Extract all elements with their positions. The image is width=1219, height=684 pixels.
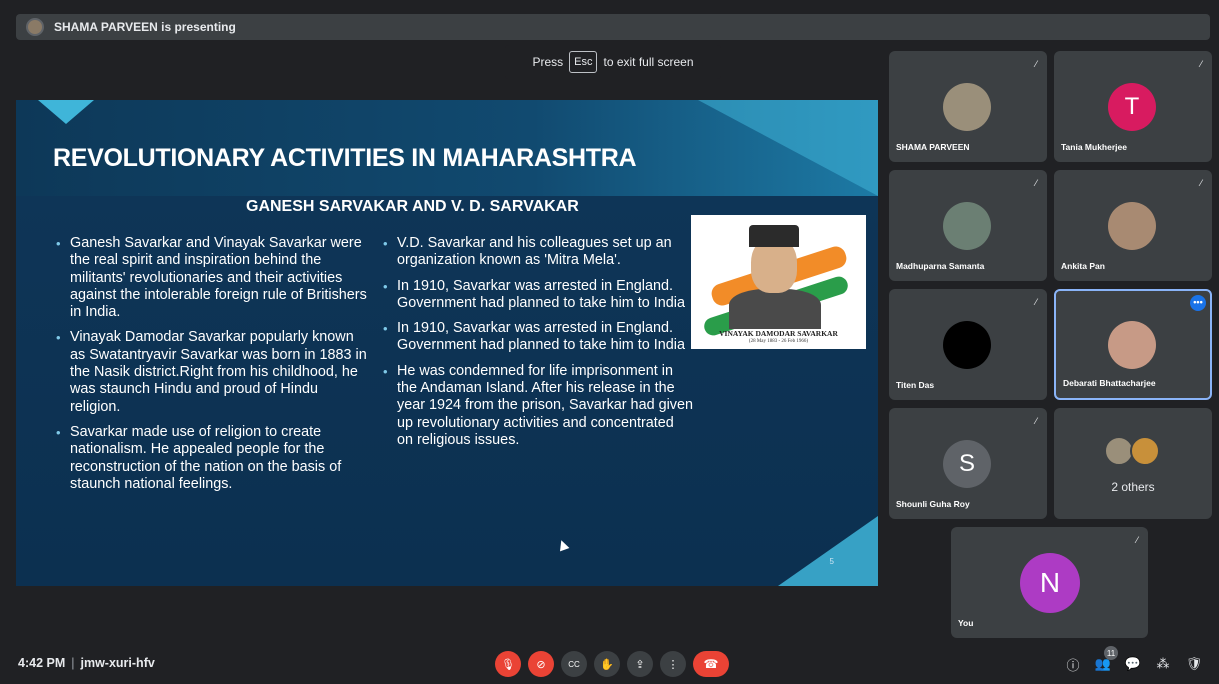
presenter-avatar: [26, 18, 44, 36]
participant-name: Ankita Pan: [1061, 261, 1105, 271]
participant-tile[interactable]: ⁄ SHAMA PARVEEN: [889, 51, 1047, 162]
participant-tile[interactable]: ⁄ T Tania Mukherjee: [1054, 51, 1212, 162]
participant-avatar: [1108, 202, 1156, 250]
mic-off-icon: 🎙: [501, 658, 515, 671]
people-count-badge: 11: [1104, 646, 1118, 660]
raise-hand-icon: ✋: [600, 658, 614, 671]
slide-page-number: 5: [829, 557, 834, 566]
participant-avatar: S: [943, 440, 991, 488]
mic-off-icon: ⁄: [1200, 178, 1202, 188]
others-tile[interactable]: 2 others: [1054, 408, 1212, 519]
esc-key: Esc: [569, 51, 598, 73]
participant-name: Madhuparna Samanta: [896, 261, 985, 271]
participant-avatar: N: [1020, 553, 1080, 613]
bottom-control-bar: 4:42 PM | jmw-xuri-hfv 🎙 ⊘ CC ✋ ⇪ ⋮ ☎ ⓘ 👥 …: [0, 644, 1219, 684]
slide-mid-column: V.D. Savarkar and his colleagues set up …: [383, 235, 693, 457]
present-now-button[interactable]: ⇪: [627, 651, 653, 677]
meeting-time: 4:42 PM: [18, 656, 66, 670]
participant-name: Tania Mukherjee: [1061, 142, 1127, 152]
more-options-button[interactable]: ⋮: [660, 651, 686, 677]
participant-avatar: [1108, 321, 1156, 369]
portrait-dates: (28 May 1883 - 26 Feb 1966): [748, 339, 809, 344]
portrait-caption: VINAYAK DAMODAR SAVARKAR: [719, 329, 838, 338]
participant-name: Titen Das: [896, 380, 935, 390]
mic-off-icon: ⁄: [1200, 59, 1202, 69]
slide-corner-decoration: [778, 516, 878, 586]
toast-before: Press: [532, 55, 564, 69]
chat-button[interactable]: 💬: [1123, 654, 1143, 674]
slide-left-column: Ganesh Savarkar and Vinayak Savarkar wer…: [56, 235, 371, 501]
chat-icon: 💬: [1124, 656, 1142, 671]
mic-off-icon: ⁄: [1035, 416, 1037, 426]
meeting-info-separator: |: [71, 656, 75, 670]
meeting-code: jmw-xuri-hfv: [80, 656, 155, 670]
participant-tile[interactable]: ⁄ Ankita Pan: [1054, 170, 1212, 281]
meeting-info: 4:42 PM | jmw-xuri-hfv: [18, 656, 155, 670]
portrait-coat: [729, 289, 821, 329]
more-vert-icon: ⋮: [667, 658, 679, 671]
others-label: 2 others: [1111, 480, 1155, 494]
presenting-bar: SHAMA PARVEEN is presenting: [16, 14, 1210, 40]
mic-off-icon: ⁄: [1035, 178, 1037, 188]
participant-avatar: T: [1108, 83, 1156, 131]
info-icon: ⓘ: [1066, 657, 1080, 673]
bullet-point: Vinayak Damodar Savarkar popularly known…: [56, 329, 371, 415]
slide-title: REVOLUTIONARY ACTIVITIES IN MAHARASHTRA: [53, 144, 637, 172]
activities-icon: ⁂: [1156, 656, 1170, 671]
presentation-slide: REVOLUTIONARY ACTIVITIES IN MAHARASHTRA …: [16, 100, 878, 586]
participant-tile[interactable]: ⁄ S Shounli Guha Roy: [889, 408, 1047, 519]
mic-off-icon: ⁄: [1136, 535, 1138, 545]
hangup-icon: ☎: [703, 657, 719, 671]
participant-avatar: [943, 321, 991, 369]
raise-hand-button[interactable]: ✋: [594, 651, 620, 677]
presenting-text: SHAMA PARVEEN is presenting: [54, 20, 236, 34]
bullet-point: In 1910, Savarkar was arrested in Englan…: [383, 278, 693, 313]
participant-avatar: [1130, 436, 1160, 466]
participant-tile-active[interactable]: ••• Debarati Bhattacharjee: [1054, 289, 1212, 400]
slide-subtitle: GANESH SARVAKAR AND V. D. SARVAKAR: [246, 198, 579, 215]
bullet-point: V.D. Savarkar and his colleagues set up …: [383, 235, 693, 270]
participant-name: Shounli Guha Roy: [896, 499, 970, 509]
participant-tile[interactable]: ⁄ Titen Das: [889, 289, 1047, 400]
bullet-point: In 1910, Savarkar was arrested in Englan…: [383, 320, 693, 355]
others-avatars: [1104, 436, 1164, 468]
slide-corner-decoration: [38, 100, 94, 124]
toast-after: to exit full screen: [603, 55, 694, 69]
mic-off-icon: ⁄: [1035, 297, 1037, 307]
participant-name: You: [958, 618, 974, 628]
participant-name: SHAMA PARVEEN: [896, 142, 970, 152]
participant-avatar: [943, 83, 991, 131]
activities-button[interactable]: ⁂: [1153, 654, 1173, 674]
participant-avatar: [943, 202, 991, 250]
savarkar-portrait: VINAYAK DAMODAR SAVARKAR (28 May 1883 - …: [691, 215, 866, 349]
bullet-point: Savarkar made use of religion to create …: [56, 424, 371, 493]
shield-icon: 🛡: [1185, 656, 1203, 671]
mic-toggle-button[interactable]: 🎙: [495, 651, 521, 677]
self-tile[interactable]: ⁄ N You: [951, 527, 1148, 638]
mic-off-icon: ⁄: [1035, 59, 1037, 69]
more-options-icon[interactable]: •••: [1190, 295, 1206, 311]
bullet-point: Ganesh Savarkar and Vinayak Savarkar wer…: [56, 235, 371, 321]
leave-call-button[interactable]: ☎: [693, 651, 729, 677]
fullscreen-toast: Press Esc to exit full screen: [505, 45, 721, 79]
participant-name: Debarati Bhattacharjee: [1063, 378, 1156, 388]
host-controls-button[interactable]: 🛡: [1184, 654, 1204, 674]
portrait-cap: [749, 225, 799, 247]
bullet-point: He was condemned for life imprisonment i…: [383, 363, 693, 449]
captions-icon: CC: [568, 659, 580, 669]
camera-toggle-button[interactable]: ⊘: [528, 651, 554, 677]
camera-off-icon: ⊘: [536, 658, 546, 671]
slide-corner-decoration: [698, 100, 878, 196]
meeting-details-button[interactable]: ⓘ: [1063, 654, 1083, 674]
captions-button[interactable]: CC: [561, 651, 587, 677]
participant-tile[interactable]: ⁄ Madhuparna Samanta: [889, 170, 1047, 281]
present-screen-icon: ⇪: [635, 658, 645, 671]
